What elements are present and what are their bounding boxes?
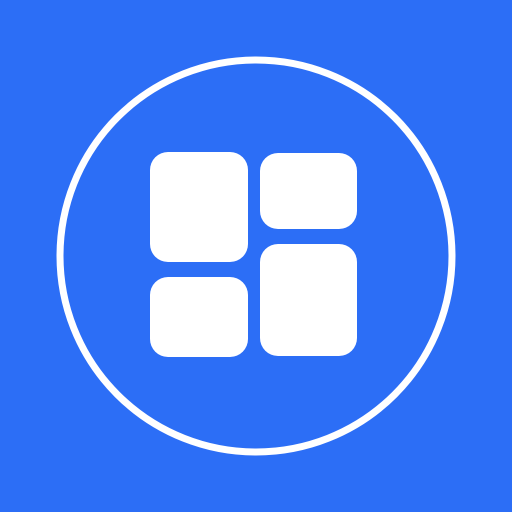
dashboard-grid-icon [56,56,456,456]
tile-top-left [150,152,248,262]
tile-bottom-left [150,277,248,357]
outer-ring [56,56,456,456]
tile-bottom-right [260,244,357,356]
app-icon [0,0,512,512]
tile-top-right [260,153,357,229]
